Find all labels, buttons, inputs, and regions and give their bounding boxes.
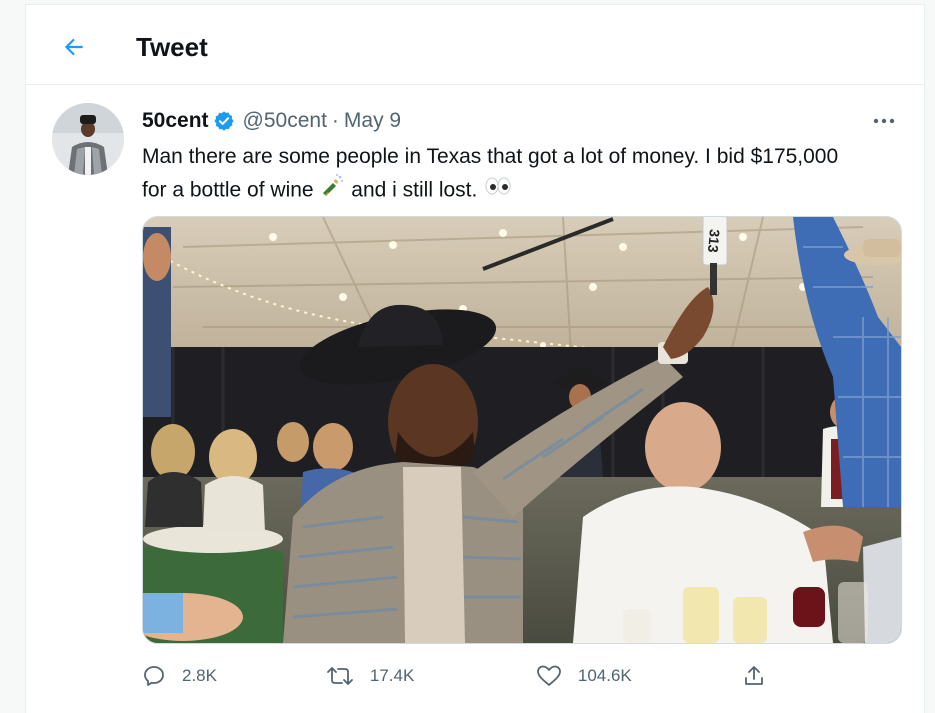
display-name[interactable]: 50cent — [142, 109, 209, 133]
photo-auction-scene: 313 — [143, 217, 901, 643]
tweet-date[interactable]: May 9 — [344, 109, 401, 133]
eyes-icon — [483, 175, 513, 207]
tweet-detail-column: Tweet 50cent @50cent · May 9 Man there a… — [25, 4, 925, 713]
verified-badge-icon — [213, 110, 235, 132]
tweet-author-row: 50cent @50cent · May 9 — [142, 108, 401, 134]
share-icon — [745, 666, 763, 685]
tweet-actions: 2.8K 17.4K 104.6K — [142, 660, 782, 692]
back-button[interactable] — [54, 27, 94, 67]
like-count: 104.6K — [577, 666, 632, 685]
more-options-button[interactable] — [870, 109, 898, 133]
paddle-number: 313 — [705, 229, 723, 254]
page-title: Tweet — [136, 32, 208, 62]
reply-icon — [144, 666, 164, 686]
retweet-icon — [326, 667, 353, 685]
tweet-text-line-2a: for a bottle of wine — [142, 178, 314, 202]
more-icon — [873, 118, 895, 124]
share-button[interactable] — [742, 660, 782, 692]
retweet-button[interactable]: 17.4K — [326, 660, 536, 692]
handle[interactable]: @50cent — [243, 109, 327, 133]
header: Tweet — [26, 5, 924, 85]
back-arrow-icon — [64, 38, 83, 56]
like-icon — [536, 665, 561, 686]
like-button[interactable]: 104.6K — [536, 660, 742, 692]
avatar[interactable] — [52, 103, 124, 175]
bottle-with-popping-cork-icon — [319, 173, 345, 209]
avatar-image — [52, 103, 124, 175]
tweet-text-line-2b: and i still lost. — [351, 178, 478, 202]
tweet-photo[interactable]: 313 — [142, 216, 902, 644]
reply-button[interactable]: 2.8K — [142, 660, 326, 692]
retweet-count: 17.4K — [369, 666, 415, 685]
reply-count: 2.8K — [182, 666, 217, 685]
separator-dot: · — [331, 109, 339, 132]
tweet-text-line-1: Man there are some people in Texas that … — [142, 145, 839, 168]
tweet-text: Man there are some people in Texas that … — [142, 141, 912, 209]
